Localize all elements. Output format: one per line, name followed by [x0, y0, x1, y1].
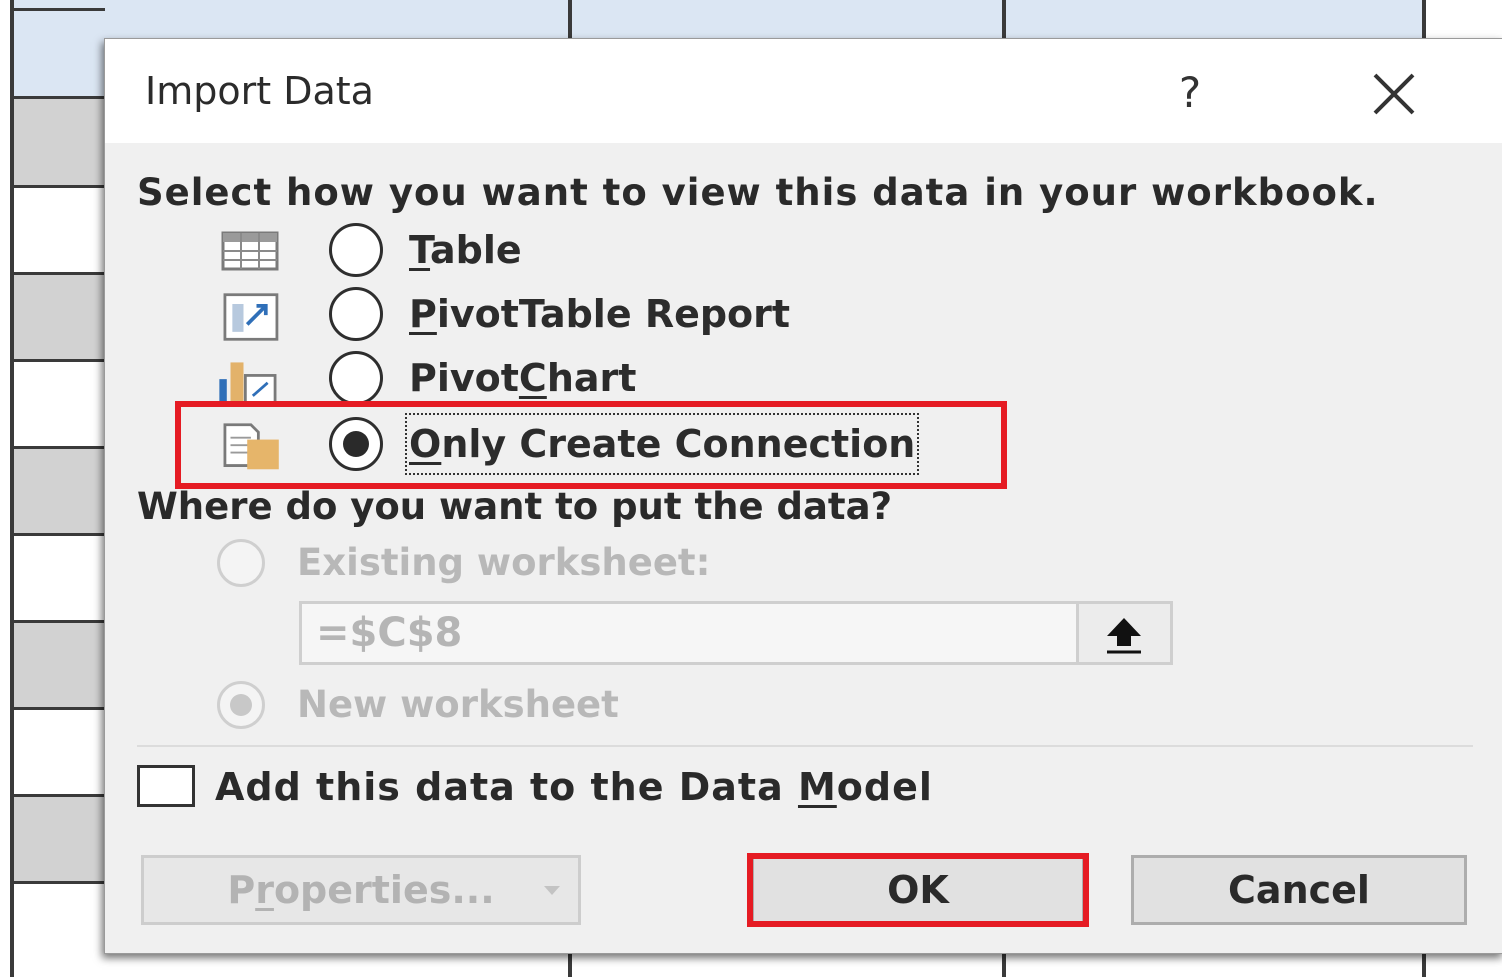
new-worksheet-label: New worksheet — [297, 683, 619, 726]
grid-line — [10, 707, 105, 710]
sheet-cell — [14, 623, 104, 707]
data-model-label[interactable]: Add this data to the Data Model — [215, 761, 933, 813]
properties-button: Properties... — [141, 855, 581, 925]
radio-table[interactable] — [329, 223, 383, 277]
divider — [137, 745, 1473, 747]
option-table[interactable]: Table — [217, 223, 1017, 279]
grid-line — [10, 359, 105, 362]
range-reference-field: =$C$8 — [299, 601, 1173, 665]
option-label-table: Table — [409, 228, 522, 272]
existing-worksheet-label: Existing worksheet: — [297, 541, 711, 584]
highlight-box-ok — [747, 853, 1089, 927]
radio-pivotchart[interactable] — [329, 351, 383, 405]
close-button[interactable] — [1363, 61, 1427, 125]
option-label-pivotchart: PivotChart — [409, 356, 637, 400]
pivotchart-icon — [219, 362, 277, 405]
grid-line — [10, 533, 105, 536]
highlight-box-connection — [175, 401, 1007, 489]
grid-line — [10, 185, 105, 188]
grid-line — [10, 881, 105, 884]
dialog-titlebar: Import Data ? — [105, 39, 1502, 143]
where-prompt: Where do you want to put the data? — [137, 485, 893, 528]
cancel-button[interactable]: Cancel — [1131, 855, 1467, 925]
view-prompt: Select how you want to view this data in… — [137, 171, 1379, 214]
grid-line — [10, 8, 105, 11]
sheet-cell — [14, 797, 104, 881]
option-pivottable[interactable]: PivotTable Report — [217, 287, 1017, 343]
table-icon — [221, 231, 279, 271]
sheet-cell — [14, 275, 104, 359]
chevron-down-icon — [544, 886, 560, 895]
range-picker-button — [1076, 604, 1170, 662]
option-label-pivottable: PivotTable Report — [409, 292, 791, 336]
option-pivotchart[interactable]: PivotChart — [217, 351, 1017, 407]
data-model-checkbox[interactable] — [137, 765, 195, 807]
radio-existing-worksheet — [217, 539, 265, 587]
collapse-dialog-icon — [1107, 618, 1141, 654]
sheet-cell — [14, 449, 104, 533]
pivottable-icon — [223, 293, 279, 341]
help-button[interactable]: ? — [1165, 63, 1215, 123]
range-reference-input: =$C$8 — [316, 610, 463, 656]
dialog-title: Import Data — [145, 69, 374, 113]
import-data-dialog: Import Data ? Select how you want to vie… — [104, 38, 1502, 954]
radio-new-worksheet — [217, 681, 265, 729]
close-icon — [1373, 73, 1415, 115]
radio-pivottable[interactable] — [329, 287, 383, 341]
sheet-cell — [14, 99, 104, 185]
